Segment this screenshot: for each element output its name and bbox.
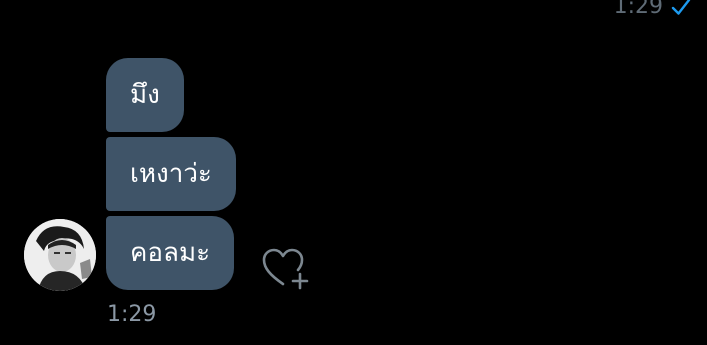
profile-avatar — [24, 219, 96, 291]
message-timestamp: 1:29 — [107, 302, 157, 327]
read-check-icon — [671, 0, 691, 15]
message-bubble[interactable]: คอลมะ — [106, 216, 235, 290]
message-text: มึง — [130, 80, 160, 110]
previous-message-meta: 1:29 — [614, 0, 693, 22]
message-bubble[interactable]: เหงาว่ะ — [106, 137, 236, 211]
avatar[interactable] — [24, 219, 96, 291]
message-text: คอลมะ — [130, 238, 211, 268]
heart-add-icon[interactable] — [260, 244, 310, 290]
message-bubble[interactable]: มึง — [106, 58, 184, 132]
previous-message-time: 1:29 — [613, 0, 663, 19]
message-text: เหงาว่ะ — [130, 159, 212, 189]
